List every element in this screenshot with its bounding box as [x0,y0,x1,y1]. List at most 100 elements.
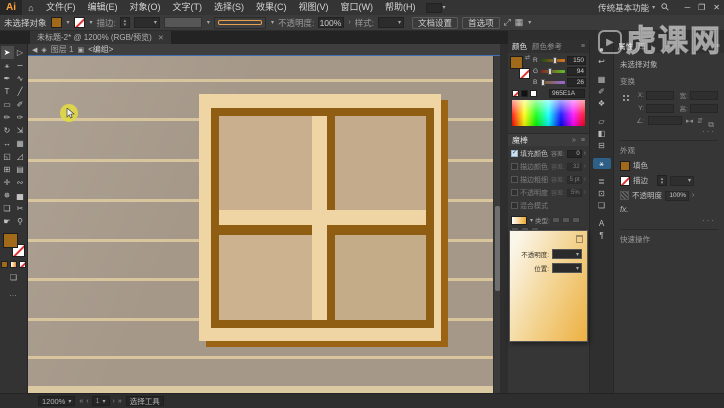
slider-handle[interactable] [553,57,557,64]
chevron-right-icon[interactable]: › [348,19,350,26]
rotate-tool[interactable]: ↻ [1,124,14,137]
align-icon[interactable]: ⊟ [593,140,611,151]
direct-selection-tool[interactable]: ▷ [14,46,27,59]
tab-color[interactable]: 颜色 [512,41,527,52]
close-button[interactable]: ✕ [713,3,720,12]
opacity-value-field[interactable]: 100% [318,17,344,28]
linear-gradient-icon[interactable] [552,217,560,223]
selection-tool[interactable]: ➤ [1,46,14,59]
freeform-gradient-icon[interactable] [572,217,580,223]
checkbox[interactable] [511,189,518,196]
document-setup-button[interactable]: 文档设置 [412,17,458,29]
rotate-angle-field[interactable] [648,116,682,125]
menu-item[interactable]: 帮助(H) [379,0,422,15]
color-spectrum-bar[interactable] [512,100,585,126]
tab-close-icon[interactable]: ✕ [158,34,164,42]
chevron-right-icon[interactable]: › [584,163,586,170]
tolerance-field[interactable]: 5% [567,189,582,197]
paintbrush-tool[interactable]: ✐ [14,98,27,111]
appearance-more-options[interactable]: ··· [620,216,718,225]
toolbar-more-icon[interactable]: … [9,289,18,298]
arrange-icon[interactable]: ⤢ [504,17,511,28]
asset-export-icon[interactable]: ⊡ [593,188,611,199]
zoom-tool[interactable]: ⚲ [14,215,27,228]
canvas-artboard[interactable] [28,56,500,393]
window-pane-top-left[interactable] [219,116,312,210]
menu-item[interactable]: 效果(C) [250,0,293,15]
color-guide-icon[interactable]: ↩ [593,56,611,67]
grid-layout-icon[interactable]: ▦ [515,17,524,28]
maximize-button[interactable]: ❐ [698,3,705,12]
stop-opacity-dropdown[interactable]: ▾ [552,249,582,259]
pathfinder-icon[interactable]: ◧ [593,128,611,139]
appearance-opacity-field[interactable]: 100% [665,191,689,201]
first-artboard-icon[interactable]: « [79,398,83,405]
slice-tool[interactable]: ✂ [14,202,27,215]
magic-wand-icon[interactable]: ⚹ [593,158,611,169]
color-fill-stroke-proxy[interactable]: ⇄ [510,55,530,79]
panel-menu-icon[interactable]: ≡ [581,43,585,50]
trash-icon[interactable] [576,235,583,243]
flip-vertical-icon[interactable]: ⇵ [697,117,703,125]
fill-proxy-swatch[interactable] [3,233,18,248]
tolerance-field[interactable]: 32 [567,163,582,171]
character-icon[interactable]: A [593,218,611,229]
tolerance-field[interactable]: 5 pt [567,176,582,184]
tolerance-field[interactable]: 0 [567,150,582,158]
type-tool[interactable]: T [1,85,14,98]
symbol-sprayer-tool[interactable]: ✵ [1,189,14,202]
artboards-icon[interactable]: ❏ [593,200,611,211]
radial-gradient-icon[interactable] [562,217,570,223]
breadcrumb-layer[interactable]: 图层 1 [51,44,74,55]
chevron-right-icon[interactable]: › [584,176,586,183]
artboard-tool[interactable]: ❏ [1,202,14,215]
brush-definition-dropdown[interactable] [214,17,266,29]
blend-tool[interactable]: ∾ [14,176,27,189]
field-input[interactable] [690,91,718,100]
chevron-right-icon[interactable]: › [692,192,694,199]
zoom-level-field[interactable]: 1200%▾ [38,396,75,406]
tab-libraries[interactable]: 库 [638,41,646,52]
channel-value-field[interactable]: 150 [567,56,586,65]
gradient-tool[interactable]: ▤ [14,163,27,176]
stroke-proxy-swatch[interactable] [519,68,530,79]
style-dropdown[interactable]: ▾ [378,17,404,28]
appearance-stroke-swatch[interactable] [620,176,630,186]
menu-item[interactable]: 视图(V) [293,0,335,15]
brushes-icon[interactable]: ✐ [593,86,611,97]
gradient-mode-button[interactable] [10,261,17,268]
breadcrumb-group[interactable]: <编组> [88,44,113,55]
next-artboard-icon[interactable]: › [113,398,115,405]
fill-proxy-swatch[interactable] [510,56,523,69]
back-arrow-icon[interactable]: ◀ [32,46,37,54]
lasso-tool[interactable]: ∽ [14,59,27,72]
channel-slider[interactable] [541,81,565,84]
opacity-icon[interactable] [620,191,629,200]
window-pane-bottom-left[interactable] [219,235,312,320]
column-graph-tool[interactable]: ▅ [14,189,27,202]
layers-icon[interactable]: ≣ [593,176,611,187]
previous-artboard-icon[interactable]: ‹ [86,398,88,405]
field-input[interactable] [646,104,674,113]
window-pane-top-right[interactable] [335,116,426,210]
minimize-button[interactable]: ─ [684,3,690,12]
last-artboard-icon[interactable]: » [118,398,122,405]
stop-location-dropdown[interactable]: ▾ [552,263,582,273]
variable-width-profile-dropdown[interactable] [164,17,202,28]
stroke-weight-dropdown[interactable]: ▾ [670,176,694,186]
document-tab[interactable]: 未标题-2* @ 1200% (RGB/预览) ✕ [30,31,171,44]
effects-button[interactable]: fx. [620,205,718,214]
arrange-documents-dropdown[interactable] [426,3,442,13]
window-pane-bottom-right[interactable] [335,235,426,320]
magic-wand-panel-header[interactable]: 魔棒 » ≡ [508,133,589,146]
perspective-grid-tool[interactable]: ◿ [14,150,27,163]
menu-item[interactable]: 文字(T) [167,0,209,15]
none-swatch[interactable] [512,90,519,97]
curvature-tool[interactable]: ∿ [14,72,27,85]
flip-horizontal-icon[interactable]: ▸◂ [686,117,693,125]
none-mode-button[interactable] [19,261,26,268]
field-input[interactable] [690,104,718,113]
white-swatch[interactable] [530,90,537,97]
preferences-button[interactable]: 首选项 [462,17,500,29]
black-swatch[interactable] [521,90,528,97]
